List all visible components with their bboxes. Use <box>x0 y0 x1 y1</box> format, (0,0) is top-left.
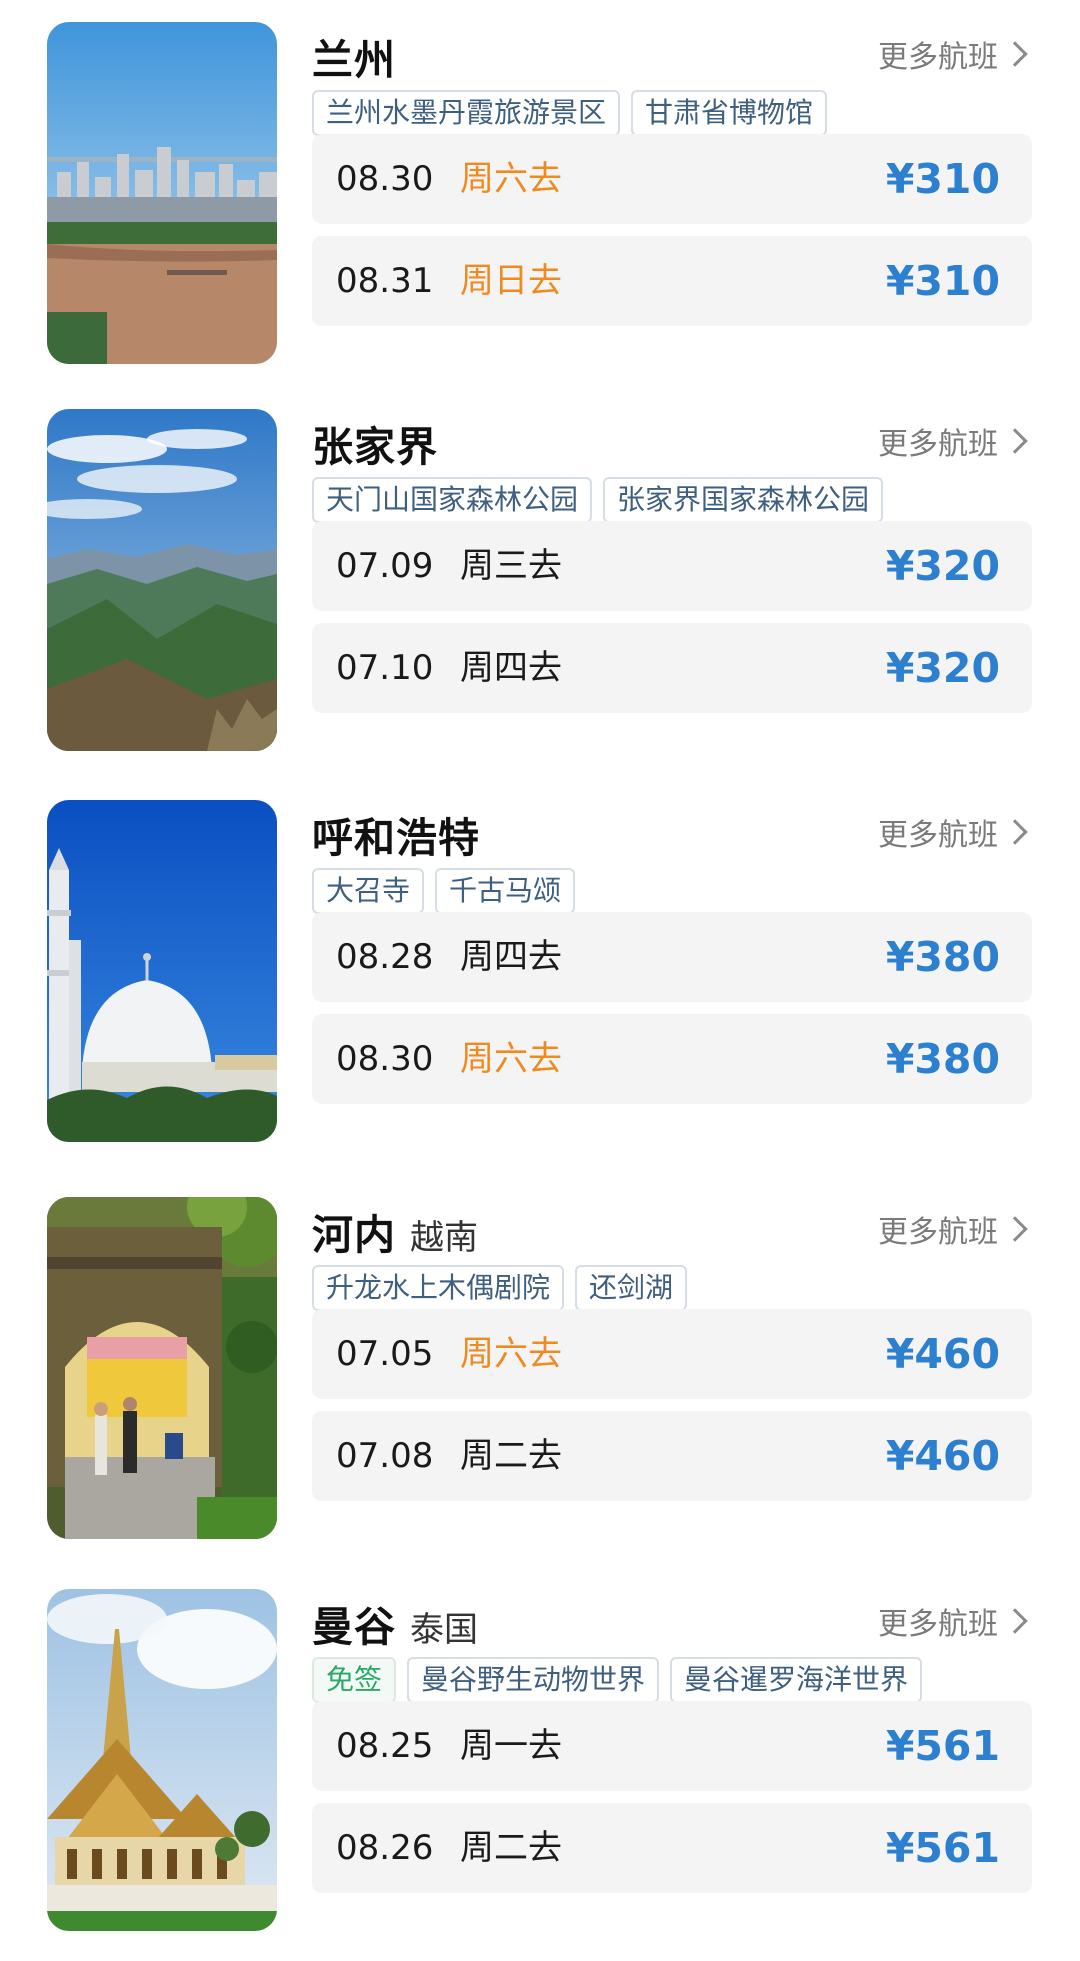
attraction-tags: 大召寺 千古马颂 <box>312 868 576 914</box>
more-flights-link[interactable]: 更多航班 <box>878 1209 1028 1250</box>
flight-option[interactable]: 08.30 周六去 ¥380 <box>312 1014 1032 1104</box>
flight-price: ¥380 <box>885 933 1000 981</box>
destination-photo-lanzhou[interactable] <box>47 22 277 364</box>
more-flights-link[interactable]: 更多航班 <box>878 34 1028 75</box>
attraction-tag[interactable]: 大召寺 <box>312 868 425 914</box>
flight-price: ¥320 <box>885 644 1000 692</box>
more-flights-link[interactable]: 更多航班 <box>878 1601 1028 1642</box>
flight-weekday: 周六去 <box>460 1334 562 1374</box>
flight-price: ¥460 <box>885 1432 1000 1480</box>
flight-date: 08.26 <box>336 1828 434 1868</box>
destination-card-bangkok[interactable]: 曼谷 泰国 更多航班 免签 曼谷野生动物世界 曼谷暹罗海洋世界 08.25 周一… <box>0 1589 1080 1931</box>
flight-date: 07.10 <box>336 648 434 688</box>
flight-weekday: 周三去 <box>460 546 562 586</box>
city-name: 河内 <box>312 1211 396 1259</box>
more-flights-label: 更多航班 <box>878 1607 998 1642</box>
chevron-right-icon <box>1002 41 1028 67</box>
attraction-tags: 免签 曼谷野生动物世界 曼谷暹罗海洋世界 <box>312 1657 923 1703</box>
more-flights-label: 更多航班 <box>878 1215 998 1250</box>
chevron-right-icon <box>1002 428 1028 454</box>
flight-date: 08.30 <box>336 159 434 199</box>
flight-option[interactable]: 08.25 周一去 ¥561 <box>312 1701 1032 1791</box>
more-flights-label: 更多航班 <box>878 818 998 853</box>
flight-option[interactable]: 08.26 周二去 ¥561 <box>312 1803 1032 1893</box>
flight-weekday: 周一去 <box>460 1726 562 1766</box>
chevron-right-icon <box>1002 1216 1028 1242</box>
flight-price: ¥561 <box>885 1722 1000 1770</box>
city-name: 曼谷 <box>312 1603 396 1651</box>
visa-free-badge: 免签 <box>312 1657 397 1703</box>
flight-option[interactable]: 07.10 周四去 ¥320 <box>312 623 1032 713</box>
flight-option[interactable]: 07.05 周六去 ¥460 <box>312 1309 1032 1399</box>
flight-price: ¥460 <box>885 1330 1000 1378</box>
destination-photo-zhangjiajie[interactable] <box>47 409 277 751</box>
flight-weekday: 周四去 <box>460 937 562 977</box>
attraction-tag[interactable]: 张家界国家森林公园 <box>603 477 884 523</box>
attraction-tag[interactable]: 曼谷野生动物世界 <box>407 1657 660 1703</box>
flight-date: 07.09 <box>336 546 434 586</box>
destination-list: 兰州 更多航班 兰州水墨丹霞旅游景区 甘肃省博物馆 08.30 周六去 ¥310… <box>0 0 1080 1961</box>
flight-price: ¥310 <box>885 155 1000 203</box>
flight-date: 08.31 <box>336 261 434 301</box>
city-name: 呼和浩特 <box>312 814 480 862</box>
flight-date: 07.05 <box>336 1334 434 1374</box>
chevron-right-icon <box>1002 819 1028 845</box>
flight-price: ¥320 <box>885 542 1000 590</box>
flight-weekday: 周六去 <box>460 1039 562 1079</box>
attraction-tags: 天门山国家森林公园 张家界国家森林公园 <box>312 477 884 523</box>
flight-price: ¥561 <box>885 1824 1000 1872</box>
attraction-tags: 升龙水上木偶剧院 还剑湖 <box>312 1265 688 1311</box>
destination-photo-hohhot[interactable] <box>47 800 277 1142</box>
flight-weekday: 周六去 <box>460 159 562 199</box>
more-flights-link[interactable]: 更多航班 <box>878 421 1028 462</box>
destination-card-lanzhou[interactable]: 兰州 更多航班 兰州水墨丹霞旅游景区 甘肃省博物馆 08.30 周六去 ¥310… <box>0 22 1080 364</box>
destination-card-hohhot[interactable]: 呼和浩特 更多航班 大召寺 千古马颂 08.28 周四去 ¥380 08.30 … <box>0 800 1080 1142</box>
attraction-tag[interactable]: 曼谷暹罗海洋世界 <box>670 1657 923 1703</box>
attraction-tag[interactable]: 天门山国家森林公园 <box>312 477 593 523</box>
attraction-tag[interactable]: 升龙水上木偶剧院 <box>312 1265 565 1311</box>
flight-option[interactable]: 08.31 周日去 ¥310 <box>312 236 1032 326</box>
flight-date: 08.28 <box>336 937 434 977</box>
flight-price: ¥380 <box>885 1035 1000 1083</box>
flight-weekday: 周四去 <box>460 648 562 688</box>
city-name: 兰州 <box>312 36 396 84</box>
attraction-tag[interactable]: 兰州水墨丹霞旅游景区 <box>312 90 621 136</box>
flight-weekday: 周日去 <box>460 261 562 301</box>
more-flights-label: 更多航班 <box>878 427 998 462</box>
flight-date: 07.08 <box>336 1436 434 1476</box>
destination-card-hanoi[interactable]: 河内 越南 更多航班 升龙水上木偶剧院 还剑湖 07.05 周六去 ¥460 0… <box>0 1197 1080 1539</box>
attraction-tags: 兰州水墨丹霞旅游景区 甘肃省博物馆 <box>312 90 828 136</box>
flight-option[interactable]: 08.30 周六去 ¥310 <box>312 134 1032 224</box>
chevron-right-icon <box>1002 1608 1028 1634</box>
flight-option[interactable]: 07.09 周三去 ¥320 <box>312 521 1032 611</box>
destination-photo-hanoi[interactable] <box>47 1197 277 1539</box>
city-name: 张家界 <box>312 423 438 471</box>
attraction-tag[interactable]: 甘肃省博物馆 <box>631 90 828 136</box>
flight-weekday: 周二去 <box>460 1828 562 1868</box>
destination-photo-bangkok[interactable] <box>47 1589 277 1931</box>
destination-card-zhangjiajie[interactable]: 张家界 更多航班 天门山国家森林公园 张家界国家森林公园 07.09 周三去 ¥… <box>0 409 1080 751</box>
flight-option[interactable]: 07.08 周二去 ¥460 <box>312 1411 1032 1501</box>
flight-weekday: 周二去 <box>460 1436 562 1476</box>
flight-price: ¥310 <box>885 257 1000 305</box>
attraction-tag[interactable]: 千古马颂 <box>435 868 576 914</box>
country-name: 越南 <box>410 1218 478 1258</box>
country-name: 泰国 <box>410 1610 478 1650</box>
attraction-tag[interactable]: 还剑湖 <box>575 1265 688 1311</box>
more-flights-link[interactable]: 更多航班 <box>878 812 1028 853</box>
flight-date: 08.25 <box>336 1726 434 1766</box>
flight-option[interactable]: 08.28 周四去 ¥380 <box>312 912 1032 1002</box>
more-flights-label: 更多航班 <box>878 40 998 75</box>
flight-date: 08.30 <box>336 1039 434 1079</box>
